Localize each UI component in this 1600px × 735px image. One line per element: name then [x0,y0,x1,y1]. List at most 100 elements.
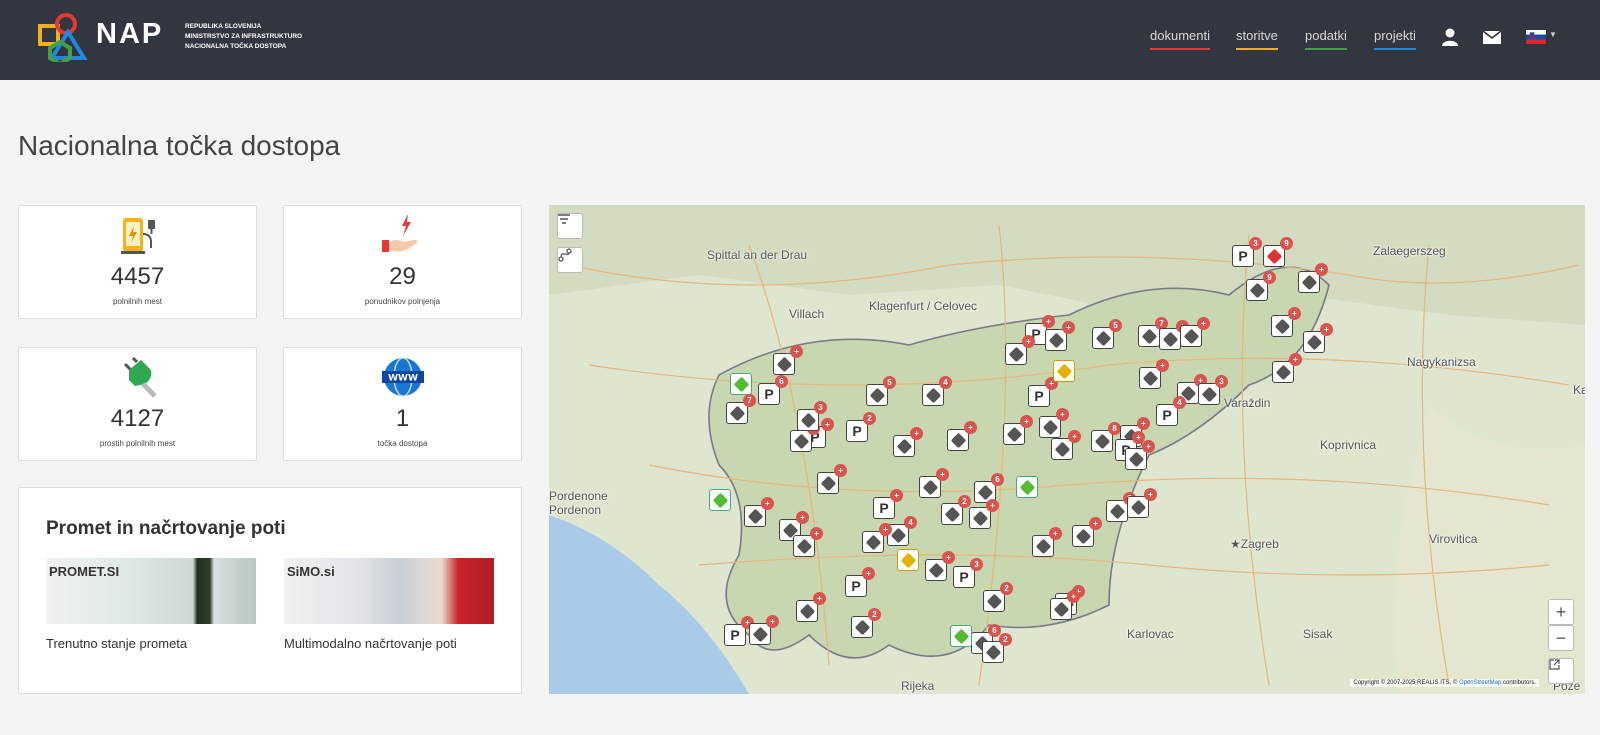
charging-marker[interactable]: + [793,527,823,557]
parking-marker[interactable]: P4 [1156,396,1186,426]
charging-marker[interactable]: 8 [1091,422,1121,452]
filter-button[interactable] [557,213,583,239]
charging-marker[interactable]: 3 [797,401,827,431]
charging-marker[interactable]: + [862,523,892,553]
stat-card-providers[interactable]: 29 ponudnikov polnjenja [283,205,522,319]
charging-marker[interactable]: + [1050,590,1080,620]
stat-card-free-points[interactable]: 4127 prostih polnilnih mest [18,347,257,461]
osm-link[interactable]: OpenStreetMap [1459,680,1501,686]
chevron-down-icon[interactable]: ▼ [1549,30,1557,39]
charging-marker[interactable]: + [1039,408,1069,438]
nav-storitve[interactable]: storitve [1236,28,1278,50]
parking-marker[interactable]: P6 [758,375,788,405]
charging-marker[interactable]: + [947,421,977,451]
copyright-text: Copyright © 2007-2025 REALIS ITS, © [1353,680,1459,686]
parking-marker[interactable]: P+ [845,567,875,597]
marker-count-badge: + [986,499,999,512]
charging-marker[interactable]: + [1127,488,1157,518]
parking-marker[interactable]: P2 [846,412,876,442]
parking-marker[interactable]: P+ [1028,377,1058,407]
route-button[interactable] [557,247,583,273]
promet-si-link[interactable]: Trenutno stanje prometa [46,636,187,651]
charging-marker[interactable]: + [1159,320,1189,350]
charging-marker[interactable]: 7 [726,394,756,424]
charging-marker[interactable]: + [1139,359,1169,389]
nav-projekti[interactable]: projekti [1374,28,1416,50]
charging-map[interactable]: Spittal an der Drau Villach Klagenfurt /… [549,205,1585,694]
marker-count-badge: + [942,551,955,564]
stat-card-access-point[interactable]: WWW 1 točka dostopa [283,347,522,461]
marker-count-badge: 2 [958,495,971,508]
city-label: Klagenfurt / Celovec [869,299,978,313]
nav-dokumenti[interactable]: dokumenti [1150,28,1210,50]
charging-marker[interactable]: + [796,592,826,622]
zoom-in-button[interactable]: + [1548,599,1574,625]
charging-marker[interactable]: 4 [922,376,952,406]
parking-marker[interactable]: P+ [724,616,754,646]
charging-marker[interactable]: + [790,422,820,452]
charging-marker[interactable]: + [749,615,779,645]
city-label: Nagykanizsa [1407,355,1476,369]
charging-marker[interactable]: + [1051,430,1081,460]
charging-marker[interactable]: + [919,468,949,498]
external-link-button[interactable] [1548,658,1574,684]
promet-si-tile[interactable]: PROMET.SI [46,558,256,624]
parking-marker[interactable]: P+ [873,489,903,519]
zoom-out-button[interactable]: − [1548,625,1574,651]
marker-count-badge: 4 [1173,396,1186,409]
charging-marker[interactable]: + [1125,440,1155,470]
marker-count-badge: + [796,511,809,524]
charging-marker[interactable]: + [744,497,774,527]
mail-icon[interactable] [1482,27,1502,47]
parking-marker[interactable]: P3 [953,558,983,588]
charging-marker[interactable]: + [1272,353,1302,383]
charging-marker[interactable] [897,549,919,571]
charging-marker[interactable]: 2 [982,633,1012,663]
charging-marker[interactable] [950,625,972,647]
nap-logo[interactable] [38,12,90,62]
stat-card-charging-points[interactable]: 4457 polnilnih mest [18,205,257,319]
charging-marker[interactable]: + [1072,517,1102,547]
charging-marker[interactable]: + [1003,415,1033,445]
nav-podatki[interactable]: podatki [1305,28,1347,50]
charging-marker[interactable]: 3 [1198,375,1228,405]
charging-marker[interactable]: + [1032,527,1062,557]
user-icon[interactable] [1440,27,1460,47]
city-label: Ka [1573,383,1585,397]
charging-marker[interactable]: 5 [866,376,896,406]
marker-count-badge: + [834,464,847,477]
charging-marker[interactable]: + [1005,335,1035,365]
charging-marker[interactable]: + [1180,317,1210,347]
charging-marker[interactable]: 2 [983,582,1013,612]
charging-marker[interactable] [1053,360,1075,382]
charging-marker[interactable]: + [1271,307,1301,337]
marker-count-badge: + [810,527,823,540]
charging-marker[interactable]: + [773,345,803,375]
marker-count-badge: 2 [868,608,881,621]
charging-marker[interactable]: 2 [851,608,881,638]
charging-marker[interactable]: 8 [1106,492,1136,522]
marker-count-badge: + [1067,590,1080,603]
slovenian-flag-icon[interactable] [1526,30,1546,44]
charging-marker[interactable] [709,489,731,511]
charging-marker[interactable]: 2 [941,495,971,525]
charging-marker[interactable]: + [893,427,923,457]
simo-si-link[interactable]: Multimodalno načrtovanje poti [284,636,457,651]
charging-marker[interactable]: 9 [1263,237,1293,267]
charging-marker[interactable]: 5 [1092,319,1122,349]
charging-marker[interactable]: 9 [1246,271,1276,301]
charging-marker[interactable]: + [969,499,999,529]
marker-count-badge: + [813,592,826,605]
charging-marker[interactable]: + [1298,263,1328,293]
logo-text[interactable]: NAP [96,18,163,51]
marker-count-badge: 4 [939,376,952,389]
charging-marker[interactable]: 7 [1138,317,1168,347]
charging-marker[interactable] [730,373,752,395]
charging-marker[interactable] [1016,476,1038,498]
charging-marker[interactable]: + [1045,321,1075,351]
charging-marker[interactable]: + [1303,323,1333,353]
charging-marker[interactable]: + [817,464,847,494]
charging-marker[interactable]: + [925,551,955,581]
simo-si-tile[interactable]: SiMO.si [284,558,494,624]
parking-marker[interactable]: P3 [1232,237,1262,267]
